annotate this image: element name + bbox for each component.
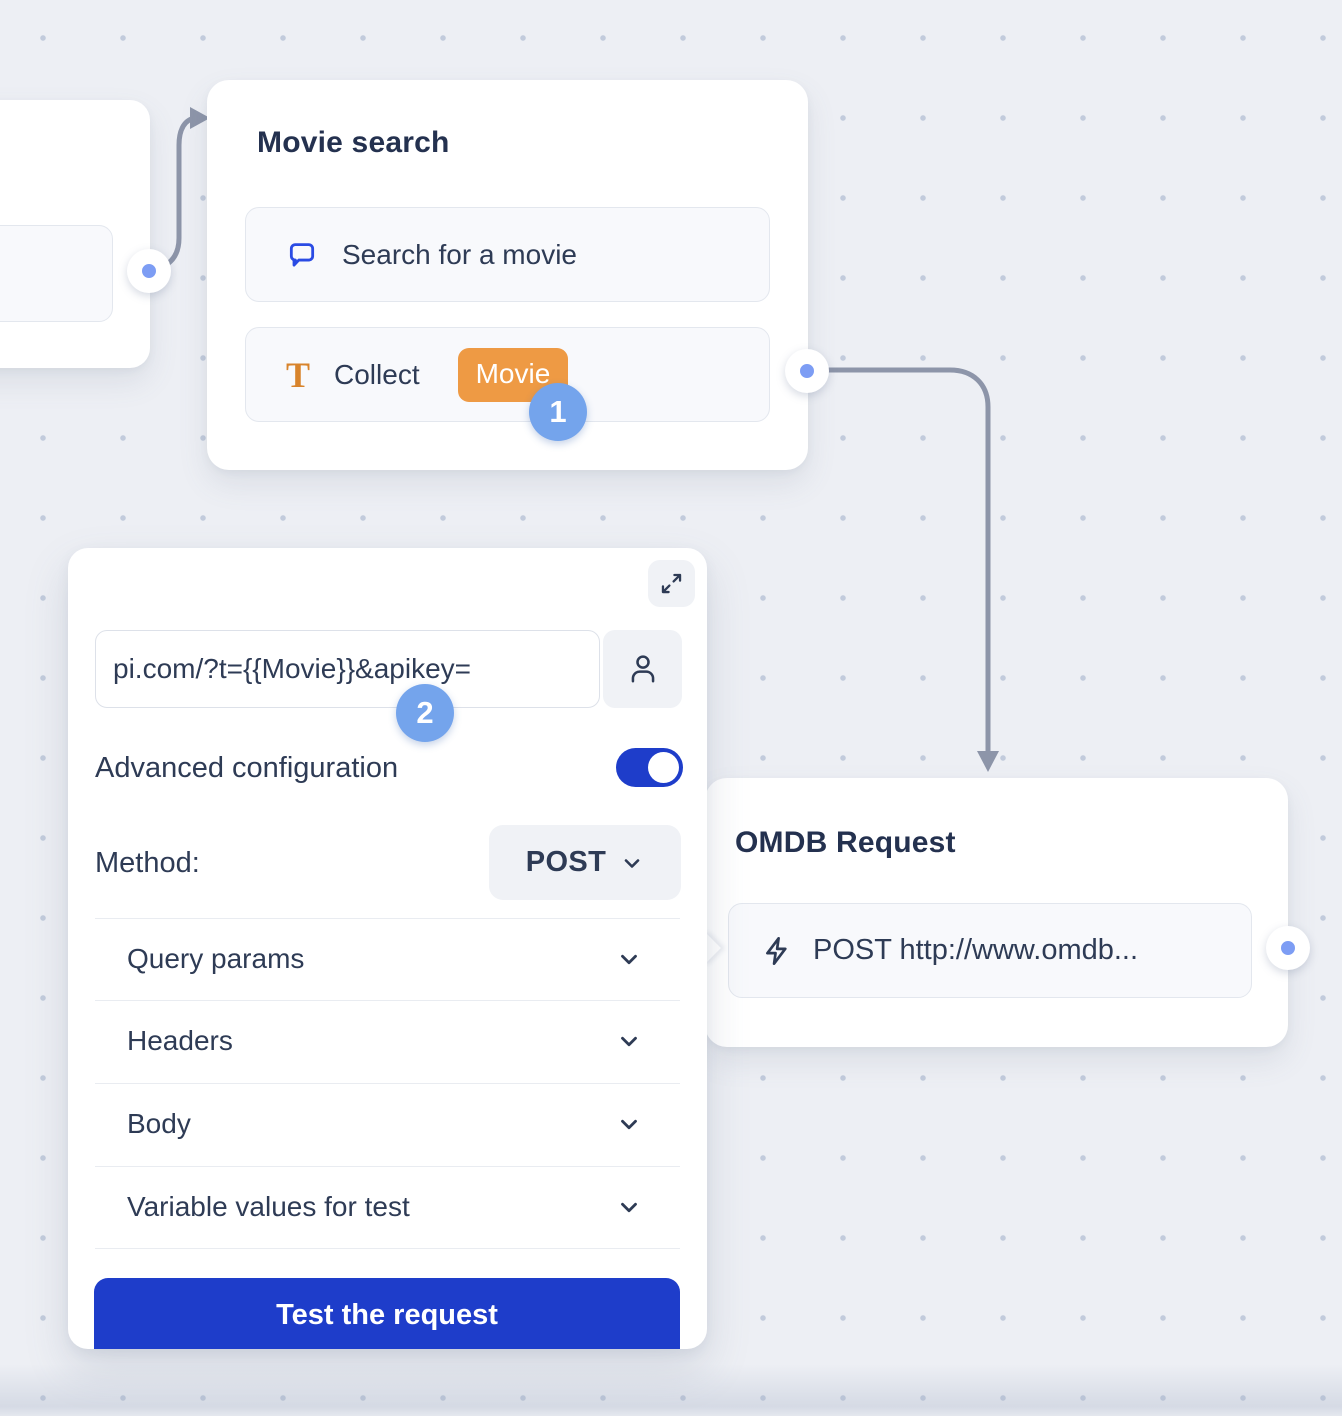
- omdb-request-title: OMDB Request: [735, 826, 956, 860]
- section-variable-values[interactable]: Variable values for test: [95, 1166, 680, 1248]
- section-headers[interactable]: Headers: [95, 1000, 680, 1082]
- person-icon: [625, 651, 661, 687]
- text-input-icon: T: [286, 360, 310, 390]
- user-variable-button[interactable]: [603, 630, 682, 708]
- chevron-down-icon: [616, 1194, 642, 1220]
- lightning-icon: [761, 935, 793, 967]
- port-ring: [142, 264, 156, 278]
- partial-node-row[interactable]: [0, 225, 113, 322]
- divider: [95, 1248, 680, 1249]
- method-dropdown[interactable]: POST: [489, 825, 681, 900]
- webhook-url-label: POST http://www.omdb...: [813, 934, 1138, 967]
- collect-label: Collect: [334, 359, 420, 391]
- url-input[interactable]: pi.com/?t={{Movie}}&apikey=: [95, 630, 600, 708]
- movie-search-node[interactable]: Movie search Search for a movie T Collec…: [207, 80, 808, 470]
- toggle-knob: [648, 752, 679, 783]
- advanced-configuration-toggle[interactable]: [616, 748, 683, 787]
- step-badge-1: 1: [529, 383, 587, 441]
- section-body[interactable]: Body: [95, 1083, 680, 1165]
- flow-canvas: Movie search Search for a movie T Collec…: [0, 0, 1342, 1416]
- send-message-block[interactable]: Search for a movie: [245, 207, 770, 302]
- expand-button[interactable]: [648, 560, 695, 607]
- webhook-config-panel: pi.com/?t={{Movie}}&apikey= Advanced con…: [68, 548, 707, 1349]
- expand-icon: [659, 571, 684, 596]
- movie-search-title: Movie search: [257, 126, 450, 160]
- method-value: POST: [526, 846, 607, 879]
- partial-node-card[interactable]: [0, 100, 150, 368]
- chevron-down-icon: [620, 851, 644, 875]
- chat-bubble-icon: [286, 239, 318, 271]
- advanced-configuration-label: Advanced configuration: [95, 751, 398, 785]
- connector-movie-search-to-omdb: [818, 370, 988, 752]
- section-label: Headers: [127, 1025, 233, 1057]
- section-label: Query params: [127, 943, 304, 975]
- webhook-block[interactable]: POST http://www.omdb...: [728, 903, 1252, 998]
- port-ring: [800, 364, 814, 378]
- chevron-down-icon: [616, 946, 642, 972]
- omdb-request-node[interactable]: OMDB Request POST http://www.omdb...: [705, 778, 1288, 1047]
- output-port-omdb-request[interactable]: [1266, 926, 1310, 970]
- chevron-down-icon: [616, 1028, 642, 1054]
- section-label: Body: [127, 1108, 191, 1140]
- output-port-movie-search[interactable]: [785, 349, 829, 393]
- port-ring: [1281, 941, 1295, 955]
- connector-left-to-movie-search: [151, 118, 196, 270]
- section-query-params[interactable]: Query params: [95, 918, 680, 1000]
- connector-arrowhead-down: [977, 751, 999, 772]
- send-message-label: Search for a movie: [342, 239, 577, 271]
- section-label: Variable values for test: [127, 1191, 410, 1223]
- method-label: Method:: [95, 846, 200, 880]
- test-request-button[interactable]: Test the request: [94, 1278, 680, 1349]
- chevron-down-icon: [616, 1111, 642, 1137]
- output-port-left-node[interactable]: [127, 249, 171, 293]
- step-badge-2: 2: [396, 684, 454, 742]
- collect-input-block[interactable]: T Collect Movie: [245, 327, 770, 422]
